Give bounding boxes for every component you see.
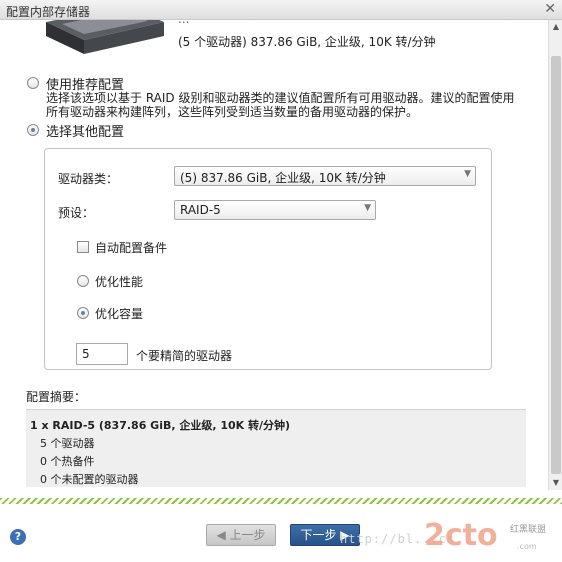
scroll-up-icon[interactable]: ▲ xyxy=(549,20,562,34)
other-config-radio[interactable] xyxy=(27,124,39,136)
summary-line: 5 个驱动器 xyxy=(40,437,95,450)
drive-class-value: (5) 837.86 GiB, 企业级, 10K 转/分钟 xyxy=(180,171,386,185)
drive-name-text: ... xyxy=(178,20,189,26)
window-title: 配置内部存储器 xyxy=(6,5,91,19)
previous-button[interactable]: ◀ 上一步 xyxy=(206,524,276,546)
drive-count-input[interactable]: 5 xyxy=(76,343,128,365)
drive-count-label: 个要精简的驱动器 xyxy=(136,349,233,363)
summary-line: 1 x RAID-5 (837.86 GiB, 企业级, 10K 转/分钟) xyxy=(30,419,291,432)
chevron-down-icon: ▼ xyxy=(464,169,471,179)
preset-label: 预设： xyxy=(58,206,95,220)
watermark-tag-domain: .com xyxy=(517,542,537,551)
vertical-scrollbar[interactable]: ▲ ▼ xyxy=(548,20,562,490)
title-bar: 配置内部存储器 ✕ xyxy=(0,0,562,20)
watermark-logo: 2cto xyxy=(424,518,498,553)
close-icon[interactable]: ✕ xyxy=(544,1,556,17)
recommended-config-radio[interactable] xyxy=(27,77,39,89)
optimize-capacity-label: 优化容量 xyxy=(95,307,144,321)
drive-class-select[interactable]: (5) 837.86 GiB, 企业级, 10K 转/分钟 ▼ xyxy=(174,166,476,186)
watermark-tag: 红黑联盟 xyxy=(510,525,547,535)
storage-drive-image xyxy=(46,20,164,54)
chevron-down-icon: ▼ xyxy=(364,203,371,213)
optimize-performance-radio[interactable] xyxy=(77,275,89,287)
help-icon[interactable]: ? xyxy=(10,529,26,545)
preset-value: RAID-5 xyxy=(180,203,221,217)
scroll-down-icon[interactable]: ▼ xyxy=(549,476,562,490)
recommended-config-description: 选择该选项以基于 RAID 级别和驱动器类的建议值配置所有可用驱动器。建议的配置… xyxy=(46,91,515,119)
scrollbar-thumb[interactable] xyxy=(551,56,561,474)
auto-spares-label: 自动配置备件 xyxy=(95,241,168,255)
wizard-footer: ? ◀ 上一步 下一步 ▶ http://bl...cs... 2cto 红黑联… xyxy=(0,504,562,562)
drive-class-label: 驱动器类： xyxy=(58,172,119,186)
summary-box: 1 x RAID-5 (837.86 GiB, 企业级, 10K 转/分钟) 5… xyxy=(26,409,526,487)
drive-summary-text: (5 个驱动器) 837.86 GiB, 企业级, 10K 转/分钟 xyxy=(178,35,436,49)
other-config-label: 选择其他配置 xyxy=(46,125,125,140)
optimize-performance-label: 优化性能 xyxy=(95,275,144,289)
optimize-capacity-radio[interactable] xyxy=(77,307,89,319)
preset-select[interactable]: RAID-5 ▼ xyxy=(174,200,376,220)
summary-line: 0 个热备件 xyxy=(40,455,95,468)
summary-label: 配置摘要： xyxy=(26,390,87,404)
drive-count-value: 5 xyxy=(82,347,90,361)
wizard-content: ... (5 个驱动器) 837.86 GiB, 企业级, 10K 转/分钟 使… xyxy=(0,20,548,490)
summary-line: 0 个未配置的驱动器 xyxy=(40,473,139,486)
auto-spares-checkbox[interactable] xyxy=(77,241,89,253)
